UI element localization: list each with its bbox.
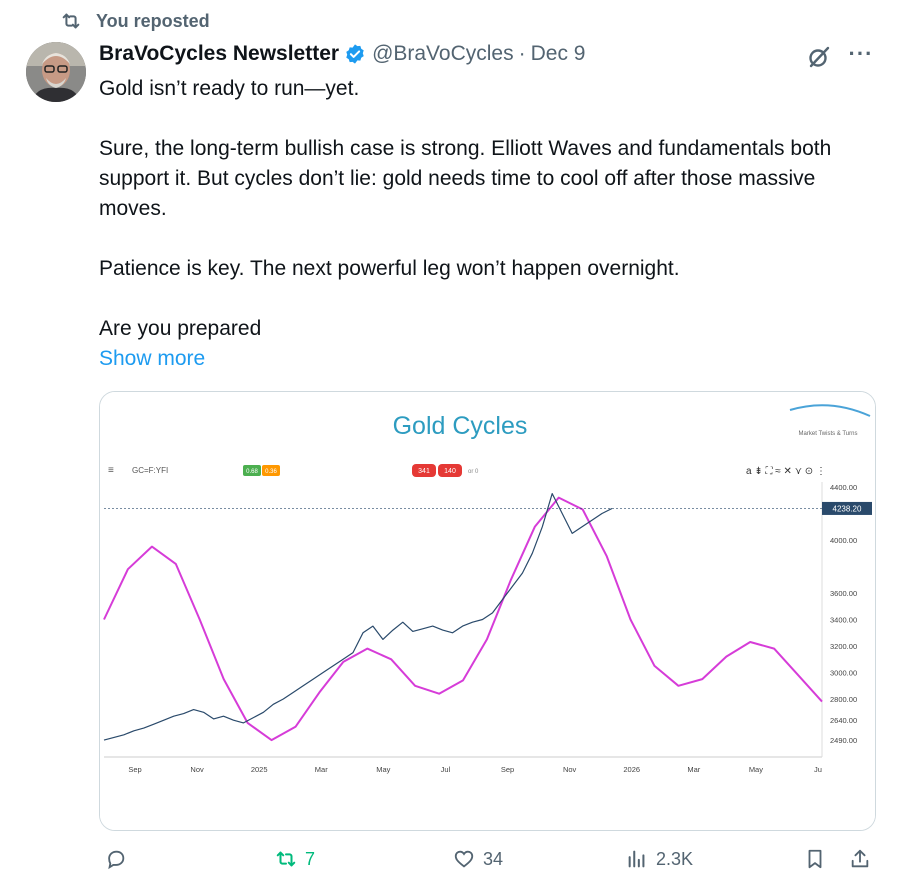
x-tick-label: May: [376, 765, 390, 774]
reply-button[interactable]: [105, 848, 135, 870]
badge: 341: [418, 468, 430, 475]
like-button[interactable]: 34: [453, 848, 503, 870]
y-tick-label: 2800.00: [830, 695, 857, 704]
x-tick-label: Mar: [315, 765, 328, 774]
heart-icon: [454, 850, 474, 868]
share-button[interactable]: [849, 848, 871, 870]
chart-svg: Gold Cycles Market Twists & Turns ≡ GC=F…: [100, 392, 875, 830]
share-icon: [851, 849, 869, 868]
repost-action-icon: [276, 851, 296, 867]
separator-dot: ·: [518, 42, 526, 65]
x-tick-label: May: [749, 765, 763, 774]
avatar[interactable]: [26, 42, 86, 102]
tweet-paragraph: Gold isn’t ready to run—yet.: [99, 77, 360, 100]
y-tick-label: 3600.00: [830, 589, 857, 598]
author-name[interactable]: BraVoCycles Newsletter: [99, 42, 339, 66]
y-tick-label: 3400.00: [830, 616, 857, 625]
chart-symbol: GC=F:YFI: [132, 466, 168, 475]
repost-button[interactable]: 7: [275, 848, 315, 870]
menu-icon: ≡: [108, 465, 114, 476]
x-tick-label: Sep: [128, 765, 141, 774]
tweet-date[interactable]: Dec 9: [531, 42, 586, 66]
x-tick-label: Nov: [563, 765, 577, 774]
repost-label: You reposted: [96, 10, 210, 31]
tweet-header: BraVoCycles Newsletter @BraVoCycles · De…: [99, 42, 585, 66]
more-options-icon[interactable]: ···: [848, 43, 874, 70]
badge: 0.68: [246, 469, 258, 475]
bookmark-icon: [808, 849, 822, 869]
x-tick-label: 2026: [623, 765, 640, 774]
badge-suffix: or 0: [468, 469, 479, 475]
reply-icon: [108, 850, 125, 870]
bookmark-button[interactable]: [804, 848, 826, 870]
y-tick-label: 4400.00: [830, 483, 857, 492]
x-tick-label: Sep: [501, 765, 514, 774]
chart-title: Gold Cycles: [393, 412, 528, 440]
x-tick-label: Jul: [441, 765, 451, 774]
author-handle[interactable]: @BraVoCycles: [372, 42, 514, 66]
views-count: 2.3K: [656, 848, 694, 869]
tweet-actions: 7 34 2.3K: [99, 848, 879, 878]
verified-badge-icon: [346, 44, 364, 64]
y-tick-label: 2490.00: [830, 736, 857, 745]
views-button[interactable]: 2.3K: [626, 848, 693, 870]
chart-toolbar-icons: a ⇟ ⛶ ≈ ✕ ⋎ ⊙ ⋮: [746, 466, 826, 477]
last-price-label: 4238.20: [833, 504, 862, 513]
repost-indicator: You reposted: [60, 10, 210, 32]
repost-icon: [62, 13, 80, 29]
x-tick-label: Nov: [190, 765, 204, 774]
y-tick-label: 4000.00: [830, 536, 857, 545]
y-tick-label: 3200.00: [830, 642, 857, 651]
analytics-icon: [628, 850, 645, 868]
tweet-media-chart[interactable]: Gold Cycles Market Twists & Turns ≡ GC=F…: [99, 391, 876, 831]
y-tick-label: 3000.00: [830, 669, 857, 678]
x-tick-label: Mar: [687, 765, 700, 774]
logo-text: Market Twists & Turns: [799, 431, 858, 437]
repost-count: 7: [305, 848, 316, 869]
grok-icon[interactable]: [806, 44, 832, 70]
tweet-paragraph: Patience is key. The next powerful leg w…: [99, 257, 680, 280]
tweet-paragraph: Sure, the long-term bullish case is stro…: [99, 137, 832, 220]
tweet-body: Gold isn’t ready to run—yet. Sure, the l…: [99, 74, 879, 344]
x-tick-label: Ju: [814, 765, 822, 774]
tweet-paragraph: Are you prepared: [99, 317, 262, 340]
badge: 140: [444, 468, 456, 475]
badge: 0.36: [265, 469, 277, 475]
show-more-link[interactable]: Show more: [99, 344, 205, 374]
y-tick-label: 2640.00: [830, 716, 857, 725]
x-tick-label: 2025: [251, 765, 268, 774]
like-count: 34: [483, 848, 504, 869]
